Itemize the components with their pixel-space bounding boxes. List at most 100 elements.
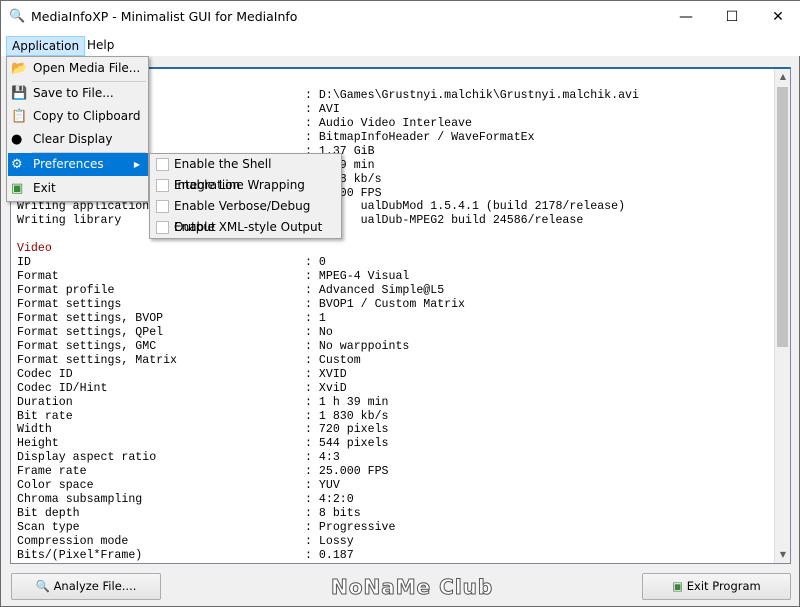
menu-item-preferences[interactable]: ⚙ Preferences ▶ bbox=[8, 153, 148, 176]
info-label: Display aspect ratio bbox=[17, 451, 157, 465]
info-value: : 1 h 39 min bbox=[305, 395, 389, 409]
info-value: : 25.000 FPS bbox=[305, 465, 389, 479]
info-label: Video bbox=[17, 242, 52, 256]
analyze-file-button[interactable]: 🔍 Analyze File.... bbox=[11, 573, 161, 600]
info-row: Duration : 1 h 39 min bbox=[17, 396, 639, 410]
info-label: Width bbox=[17, 423, 52, 437]
menu-item-label: Copy to Clipboard bbox=[33, 109, 141, 123]
pref-xml-output[interactable]: Enable XML-style Output bbox=[150, 217, 341, 238]
menu-bar: Application Help bbox=[1, 34, 800, 56]
info-label: Format settings, QPel bbox=[17, 325, 164, 339]
gear-icon: ⚙ bbox=[11, 157, 23, 172]
info-label: Format settings, Matrix bbox=[17, 353, 178, 367]
checkbox[interactable] bbox=[156, 221, 169, 234]
maximize-button[interactable]: ☐ bbox=[709, 1, 755, 33]
info-row: Compression mode : Lossy bbox=[17, 535, 639, 549]
info-value: : AVI bbox=[305, 102, 340, 116]
info-row: Format: MPEG-4 Visual bbox=[17, 270, 639, 284]
info-row: Frame rate: 25.000 FPS bbox=[17, 465, 639, 479]
info-value: : 0 bbox=[305, 256, 326, 270]
info-row: Format settings, BVOP : 1 bbox=[17, 312, 639, 326]
info-value: : 1 bbox=[305, 311, 326, 325]
info-row: Format settings: BVOP1 / Custom Matrix bbox=[17, 298, 639, 312]
menu-item-copy-to-clipboard[interactable]: 📋 Copy to Clipboard bbox=[8, 105, 148, 128]
info-label: Codec ID bbox=[17, 367, 73, 381]
info-label: Bits/(Pixel*Frame) bbox=[17, 548, 143, 562]
pref-line-wrapping[interactable]: Enable Line Wrapping bbox=[150, 175, 341, 196]
info-row: Codec ID/Hint: XviD bbox=[17, 382, 639, 396]
info-label: Duration bbox=[17, 395, 73, 409]
info-value: : 4:2:0 bbox=[305, 493, 354, 507]
watermark-logo: NoNaMe Club bbox=[330, 575, 494, 600]
folder-open-icon: 📂 bbox=[11, 61, 28, 76]
menu-application[interactable]: Application bbox=[6, 36, 86, 56]
info-label: Format settings, BVOP bbox=[17, 311, 164, 325]
info-row: Format settings, GMC: No warppoints bbox=[17, 340, 639, 354]
menu-item-open-media-file[interactable]: 📂 Open Media File... bbox=[8, 57, 148, 80]
info-value: : 8 bits bbox=[305, 507, 361, 521]
info-row: Bits/(Pixel*Frame) : 0.187 bbox=[17, 549, 639, 563]
scroll-up-icon[interactable]: ▲ bbox=[775, 69, 790, 85]
preferences-submenu: Enable the Shell Integration Enable Line… bbox=[149, 153, 342, 239]
info-label: Height bbox=[17, 437, 59, 451]
info-row: Bit rate : 1 830 kb/s bbox=[17, 410, 639, 424]
analyze-file-label: Analyze File.... bbox=[53, 579, 137, 593]
info-value: : 4:3 bbox=[305, 451, 340, 465]
info-value: : Custom bbox=[305, 353, 361, 367]
minimize-button[interactable]: — bbox=[663, 1, 709, 33]
menu-help[interactable]: Help bbox=[82, 36, 119, 56]
info-value: : 720 pixels bbox=[305, 423, 389, 437]
exit-program-button[interactable]: ▣ Exit Program bbox=[642, 573, 791, 600]
menu-item-label: Open Media File... bbox=[33, 61, 141, 75]
info-row: Format settings, Matrix : Custom bbox=[17, 354, 639, 368]
info-value: : 1 830 kb/s bbox=[305, 409, 389, 423]
checkbox[interactable] bbox=[156, 200, 169, 213]
info-value: : YUV bbox=[305, 479, 340, 493]
info-label: Format profile bbox=[17, 284, 115, 298]
magnifier-icon: 🔍 bbox=[9, 9, 26, 24]
checkbox[interactable] bbox=[156, 179, 169, 192]
menu-item-clear-display[interactable]: ● Clear Display bbox=[8, 128, 148, 151]
menu-item-label: Save to File... bbox=[33, 86, 114, 100]
info-value: ualDubMod 1.5.4.1 (build 2178/release) bbox=[305, 200, 626, 214]
info-row: Width : 720 pixels bbox=[17, 423, 639, 437]
info-label: ID bbox=[17, 256, 31, 270]
floppy-icon: 💾 bbox=[11, 86, 28, 101]
info-label: Bit rate bbox=[17, 409, 73, 423]
info-row: Display aspect ratio : 4:3 bbox=[17, 451, 639, 465]
pref-shell-integration[interactable]: Enable the Shell Integration bbox=[150, 154, 341, 192]
info-row: ID : 0 bbox=[17, 256, 639, 270]
scroll-down-icon[interactable]: ▼ bbox=[775, 547, 790, 563]
info-value: : No warppoints bbox=[305, 339, 410, 353]
info-value: : Lossy bbox=[305, 534, 354, 548]
vertical-scrollbar[interactable]: ▲ ▼ bbox=[774, 69, 790, 563]
info-value: : BitmapInfoHeader / WaveFormatEx bbox=[305, 130, 535, 144]
info-label: Compression mode bbox=[17, 534, 129, 548]
pref-verbose-debug[interactable]: Enable Verbose/Debug Output bbox=[150, 196, 341, 234]
menu-item-label: Preferences bbox=[33, 157, 104, 171]
info-value: : D:\Games\Grustnyi.malchik\Grustnyi.mal… bbox=[305, 88, 639, 102]
info-value: : 544 pixels bbox=[305, 437, 389, 451]
title-bar: 🔍 MediaInfoXP - Minimalist GUI for Media… bbox=[1, 1, 800, 34]
checkbox[interactable] bbox=[156, 158, 169, 171]
menu-item-save-to-file[interactable]: 💾 Save to File... bbox=[8, 82, 148, 105]
bomb-icon: ● bbox=[11, 132, 23, 147]
info-value: : Progressive bbox=[305, 521, 396, 534]
info-row: Height : 544 pixels bbox=[17, 437, 639, 451]
close-button[interactable]: ✕ bbox=[755, 1, 800, 33]
info-label: Format settings bbox=[17, 298, 122, 311]
info-label: Color space bbox=[17, 479, 94, 493]
info-label: Codec ID/Hint bbox=[17, 381, 108, 395]
info-row: Bit depth : 8 bits bbox=[17, 507, 639, 521]
clipboard-icon: 📋 bbox=[11, 109, 28, 124]
info-label: Chroma subsampling bbox=[17, 493, 143, 507]
menu-item-exit[interactable]: ▣ Exit bbox=[8, 177, 148, 200]
info-value: : No bbox=[305, 325, 333, 339]
info-label: Bit depth bbox=[17, 507, 80, 521]
info-label: Format bbox=[17, 270, 59, 284]
pref-label: Enable Line Wrapping bbox=[174, 178, 305, 192]
info-value: : 0.187 bbox=[305, 548, 354, 562]
menu-item-label: Exit bbox=[33, 181, 56, 195]
exit-door-icon: ▣ bbox=[672, 579, 687, 593]
scroll-thumb[interactable] bbox=[777, 87, 788, 347]
